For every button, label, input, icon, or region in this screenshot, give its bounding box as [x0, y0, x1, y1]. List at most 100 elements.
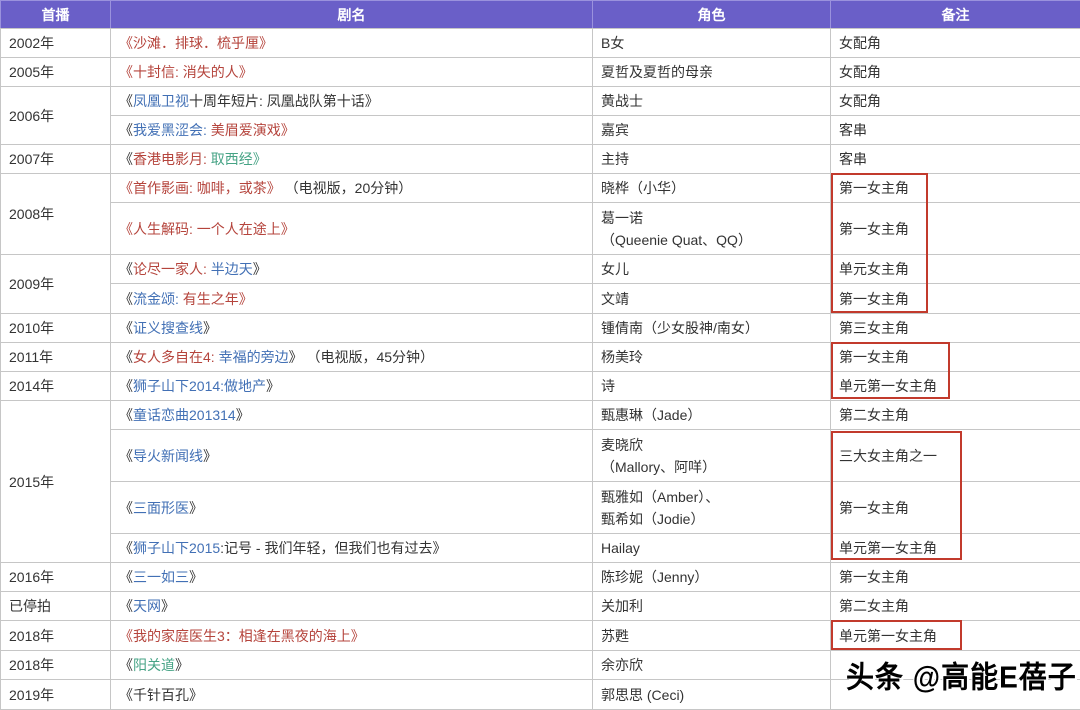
- year-cell: 2010年: [1, 314, 111, 343]
- header-premiere: 首播: [1, 1, 111, 29]
- role-cell: 余亦欣: [593, 651, 831, 680]
- title-link[interactable]: 凤凰卫视: [133, 93, 189, 109]
- title-link[interactable]: 《人生解码: 一个人在途上》: [119, 221, 295, 237]
- title-text: 《千针百孔》: [119, 687, 203, 703]
- year-cell: 2006年: [1, 87, 111, 145]
- title-link[interactable]: 狮子山下2015: [133, 540, 220, 556]
- drama-title-cell: 《阳关道》: [111, 651, 593, 680]
- remark-cell: 女配角: [831, 29, 1080, 58]
- watermark: 头条 @高能E蓓子: [846, 654, 1077, 697]
- title-link[interactable]: 《我的家庭医生3：相逢在黑夜的海上》: [119, 628, 365, 644]
- year-cell: 2018年: [1, 621, 111, 651]
- title-text: 《: [119, 261, 133, 277]
- table-row: 2010年《证义搜查线》锺倩南（少女股神/南女）第三女主角: [1, 314, 1080, 343]
- role-cell: 陈珍妮（Jenny）: [593, 563, 831, 592]
- title-link[interactable]: 《十封信: 消失的人》: [119, 64, 253, 80]
- role-cell: 夏哲及夏哲的母亲: [593, 58, 831, 87]
- title-text: 《: [119, 349, 133, 365]
- header-role: 角色: [593, 1, 831, 29]
- title-text: 》: [203, 320, 217, 336]
- table-row: 已停拍《天网》关加利第二女主角: [1, 592, 1080, 621]
- title-link[interactable]: 童话恋曲201314: [133, 407, 236, 423]
- table-row: 《流金颂: 有生之年》文靖第一女主角: [1, 284, 1080, 314]
- remark-cell: 第三女主角: [831, 314, 1080, 343]
- year-cell: 已停拍: [1, 592, 111, 621]
- title-link[interactable]: 《首作影画: 咖啡，或茶》: [119, 180, 281, 196]
- table-row: 2014年《狮子山下2014:做地产》诗单元第一女主角: [1, 372, 1080, 401]
- header-row: 首播 剧名 角色 备注: [1, 1, 1080, 29]
- title-text: 》: [161, 598, 175, 614]
- role-cell: 关加利: [593, 592, 831, 621]
- title-link[interactable]: 三面形医: [133, 500, 189, 516]
- title-link[interactable]: 狮子山下2014:做地产: [133, 378, 266, 394]
- role-cell: Hailay: [593, 534, 831, 563]
- title-link[interactable]: 论尽一家人:: [133, 261, 207, 277]
- remark-cell: 单元第一女主角: [831, 534, 1080, 563]
- year-cell: 2009年: [1, 255, 111, 314]
- remark-cell: 第二女主角: [831, 592, 1080, 621]
- role-cell: 锺倩南（少女股神/南女）: [593, 314, 831, 343]
- drama-title-cell: 《我爱黑涩会: 美眉爱演戏》: [111, 116, 593, 145]
- remark-cell: 女配角: [831, 58, 1080, 87]
- drama-title-cell: 《香港电影月: 取西经》: [111, 145, 593, 174]
- drama-title-cell: 《狮子山下2015:记号 - 我们年轻，但我们也有过去》: [111, 534, 593, 563]
- title-link[interactable]: 天网: [133, 598, 161, 614]
- title-text: 《: [119, 93, 133, 109]
- year-cell: 2011年: [1, 343, 111, 372]
- drama-title-cell: 《流金颂: 有生之年》: [111, 284, 593, 314]
- role-cell: 苏甦: [593, 621, 831, 651]
- title-text: 《: [119, 122, 133, 138]
- drama-title-cell: 《凤凰卫视十周年短片: 凤凰战队第十话》: [111, 87, 593, 116]
- table-row: 2006年《凤凰卫视十周年短片: 凤凰战队第十话》黄战士女配角: [1, 87, 1080, 116]
- title-link[interactable]: 香港电影月:: [133, 151, 207, 167]
- drama-title-cell: 《三面形医》: [111, 482, 593, 534]
- filmography-table: 首播 剧名 角色 备注 2002年《沙滩．排球．梳乎厘》B女女配角2005年《十…: [0, 0, 1080, 710]
- drama-title-cell: 《童话恋曲201314》: [111, 401, 593, 430]
- remark-cell: 第一女主角: [831, 563, 1080, 592]
- title-link[interactable]: 阳关道: [133, 657, 175, 673]
- title-link[interactable]: 《沙滩．排球．梳乎厘》: [119, 35, 273, 51]
- table-row: 2007年《香港电影月: 取西经》主持客串: [1, 145, 1080, 174]
- table-row: 《人生解码: 一个人在途上》 葛一诺 （Queenie Quat、QQ）第一女主角: [1, 203, 1080, 255]
- title-link[interactable]: 取西经》: [207, 151, 267, 167]
- title-link[interactable]: 证义搜查线: [133, 320, 203, 336]
- role-cell: 郭思思 (Ceci): [593, 680, 831, 710]
- table-row: 2008年《首作影画: 咖啡，或茶》 （电视版，20分钟）晓桦（小华）第一女主角: [1, 174, 1080, 203]
- title-text: 十周年短片: 凤凰战队第十话》: [189, 93, 379, 109]
- remark-cell: 客串: [831, 145, 1080, 174]
- role-cell: 葛一诺 （Queenie Quat、QQ）: [593, 203, 831, 255]
- title-link[interactable]: 三一如三: [133, 569, 189, 585]
- title-text: 《: [119, 407, 133, 423]
- title-text: 《: [119, 151, 133, 167]
- title-link[interactable]: 女人多自在4:: [133, 349, 215, 365]
- title-link[interactable]: 我爱黑涩会:: [133, 122, 207, 138]
- year-cell: 2018年: [1, 651, 111, 680]
- title-link[interactable]: 幸福的旁边: [215, 349, 289, 365]
- table-row: 2009年《论尽一家人: 半边天》女儿单元女主角: [1, 255, 1080, 284]
- title-link[interactable]: 美眉爱演戏》: [207, 122, 295, 138]
- title-link[interactable]: 半边天: [207, 261, 253, 277]
- title-link[interactable]: 有生之年》: [179, 291, 253, 307]
- remark-cell: 单元第一女主角: [831, 372, 1080, 401]
- drama-title-cell: 《我的家庭医生3：相逢在黑夜的海上》: [111, 621, 593, 651]
- role-cell: 黄战士: [593, 87, 831, 116]
- title-text: 》: [189, 500, 203, 516]
- title-link[interactable]: 流金颂:: [133, 291, 179, 307]
- title-text: 》: [253, 261, 267, 277]
- title-text: 《: [119, 378, 133, 394]
- year-cell: 2008年: [1, 174, 111, 255]
- role-cell: 嘉宾: [593, 116, 831, 145]
- drama-title-cell: 《天网》: [111, 592, 593, 621]
- remark-cell: 第一女主角: [831, 203, 1080, 255]
- title-link[interactable]: 导火新闻线: [133, 448, 203, 464]
- title-text: 《: [119, 448, 133, 464]
- table-row: 《三面形医》甄雅如（Amber）、 甄希如（Jodie）第一女主角: [1, 482, 1080, 534]
- drama-title-cell: 《论尽一家人: 半边天》: [111, 255, 593, 284]
- role-cell: 晓桦（小华）: [593, 174, 831, 203]
- drama-title-cell: 《狮子山下2014:做地产》: [111, 372, 593, 401]
- remark-cell: 单元第一女主角: [831, 621, 1080, 651]
- filmography-body: 2002年《沙滩．排球．梳乎厘》B女女配角2005年《十封信: 消失的人》夏哲及…: [1, 29, 1080, 710]
- remark-cell: 第一女主角: [831, 343, 1080, 372]
- drama-title-cell: 《导火新闻线》: [111, 430, 593, 482]
- role-cell: 文靖: [593, 284, 831, 314]
